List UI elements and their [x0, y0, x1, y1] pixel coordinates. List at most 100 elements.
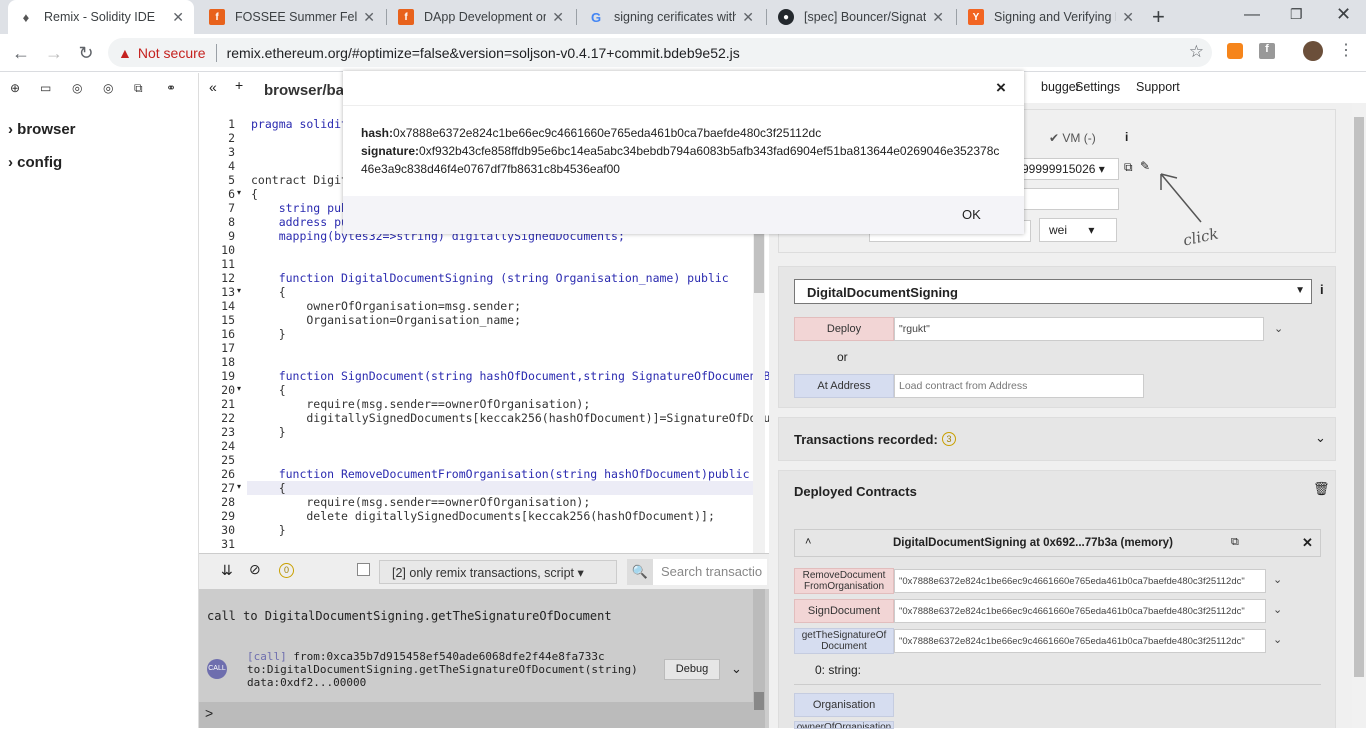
browser-tab-google[interactable]: G signing cerificates with ✕ [578, 0, 764, 34]
metamask-icon[interactable] [1227, 43, 1243, 59]
add-file-icon[interactable]: ⊕ [10, 81, 20, 95]
close-tab-icon[interactable]: ✕ [1122, 9, 1134, 26]
code-line[interactable]: Organisation=Organisation_name; [251, 313, 521, 327]
account-select[interactable]: 99999915026 ▾ [1019, 158, 1119, 180]
transactions-filter-select[interactable]: [2] only remix transactions, script ▾ [379, 560, 617, 584]
forward-icon[interactable]: → [41, 40, 67, 66]
code-line[interactable]: function SignDocument(string hashOfDocum… [251, 369, 778, 383]
tree-item-config[interactable]: › config [8, 154, 62, 171]
get-signature-input[interactable]: "0x7888e6372e824c1be66ec9c4661660e765eda… [894, 629, 1266, 653]
contract-instance-header[interactable]: ˄ DigitalDocumentSigning at 0x692...77b3… [794, 529, 1321, 557]
fold-toggle-icon[interactable]: ▾ [237, 286, 241, 295]
code-line[interactable]: function RemoveDocumentFromOrganisation(… [251, 467, 750, 481]
code-line[interactable]: string pub [251, 201, 348, 215]
at-address-input[interactable]: Load contract from Address [894, 374, 1144, 398]
code-line[interactable]: pragma solidit [251, 117, 348, 131]
at-address-button[interactable]: At Address [794, 374, 894, 398]
facebook-icon[interactable]: f [1259, 43, 1275, 59]
minimize-icon[interactable]: — [1244, 6, 1260, 24]
code-line[interactable]: { [251, 383, 286, 397]
browser-tab-ycombinator[interactable]: Y Signing and Verifying E ✕ [958, 0, 1144, 34]
info-icon[interactable]: i [1320, 282, 1324, 297]
collapse-icon[interactable]: ˄ [805, 536, 811, 548]
browser-tab-remix[interactable]: ♦ Remix - Solidity IDE ✕ [8, 0, 194, 34]
close-tab-icon[interactable]: ✕ [172, 9, 184, 26]
code-line[interactable]: function DigitalDocumentSigning (string … [251, 271, 729, 285]
browser-tab-fossee-summer[interactable]: f FOSSEE Summer Fellow ✕ [199, 0, 385, 34]
close-tab-icon[interactable]: ✕ [932, 9, 944, 26]
code-line[interactable]: digitallySignedDocuments[keccak256(hashO… [251, 411, 777, 425]
fold-toggle-icon[interactable]: ▾ [237, 482, 241, 491]
get-signature-button[interactable]: getTheSignatureOf Document [794, 628, 894, 654]
omnibox[interactable]: ▲ Not secure remix.ethereum.org/#optimiz… [108, 38, 1212, 67]
restore-icon[interactable]: ❐ [1290, 6, 1303, 23]
fold-toggle-icon[interactable]: ▾ [237, 384, 241, 393]
code-line[interactable]: { [251, 187, 258, 201]
fold-toggle-icon[interactable]: ▾ [237, 188, 241, 197]
github-icon[interactable]: ◎ [72, 81, 82, 95]
code-line[interactable]: } [251, 425, 286, 439]
bookmark-star-icon[interactable]: ☆ [1189, 42, 1204, 62]
ok-button[interactable]: OK [962, 207, 981, 222]
expand-log-icon[interactable]: ⌄ [731, 661, 742, 677]
code-line[interactable]: { [251, 481, 286, 495]
terminal-output[interactable]: call to DigitalDocumentSigning.getTheSig… [199, 589, 769, 728]
sign-document-input[interactable]: "0x7888e6372e824c1be66ec9c4661660e765eda… [894, 599, 1266, 623]
debug-button[interactable]: Debug [664, 659, 720, 680]
avatar[interactable] [1303, 41, 1323, 61]
clear-console-icon[interactable]: ⊘ [249, 561, 261, 578]
chevron-down-icon[interactable]: ⌄ [1315, 430, 1326, 446]
remove-document-button[interactable]: RemoveDocument FromOrganisation [794, 568, 894, 594]
terminal-scrollbar[interactable] [753, 589, 765, 728]
close-icon[interactable]: ✕ [1302, 535, 1313, 551]
not-secure-label[interactable]: Not secure [138, 45, 206, 61]
close-tab-icon[interactable]: ✕ [363, 9, 375, 26]
code-line[interactable]: address pu [251, 215, 348, 229]
link-icon[interactable]: ⚭ [166, 81, 176, 95]
remove-document-input[interactable]: "0x7888e6372e824c1be66ec9c4661660e765eda… [894, 569, 1266, 593]
deploy-button[interactable]: Deploy [794, 317, 894, 341]
collapse-left-icon[interactable]: « [209, 79, 217, 95]
browser-tab-github[interactable]: ● [spec] Bouncer/Signatu ✕ [768, 0, 954, 34]
terminal-input-row[interactable] [199, 702, 753, 728]
code-line[interactable]: { [251, 285, 286, 299]
code-line[interactable]: require(msg.sender==ownerOfOrganisation)… [251, 495, 590, 509]
contract-select[interactable]: DigitalDocumentSigning ▼ [794, 279, 1312, 304]
kebab-menu-icon[interactable]: ⋮ [1338, 40, 1354, 60]
deploy-args-input[interactable]: "rgukt" [894, 317, 1264, 341]
transactions-recorded-card[interactable]: Transactions recorded: 3 ⌄ [778, 417, 1336, 461]
url-text[interactable]: remix.ethereum.org/#optimize=false&versi… [227, 45, 740, 61]
organisation-button[interactable]: Organisation [794, 693, 894, 717]
gas-limit-input[interactable] [1019, 188, 1119, 210]
copy-icon[interactable]: ⧉ [1231, 536, 1239, 549]
back-icon[interactable]: ← [8, 40, 34, 66]
reload-icon[interactable]: ↻ [73, 40, 99, 66]
search-transactions-input[interactable]: Search transactio [653, 559, 767, 585]
chevron-down-icon[interactable]: ⌄ [1273, 603, 1282, 616]
copy-icon[interactable]: ⧉ [134, 81, 143, 96]
run-panel-scrollbar[interactable] [1352, 103, 1366, 728]
code-line[interactable]: require(msg.sender==ownerOfOrganisation)… [251, 397, 590, 411]
add-tab-icon[interactable]: + [235, 77, 243, 93]
code-line[interactable]: ownerOfOrganisation=msg.sender; [251, 299, 521, 313]
new-tab-button[interactable]: + [1152, 4, 1165, 30]
info-icon[interactable]: i [1125, 130, 1128, 144]
modal-close-button[interactable]: × [996, 78, 1006, 98]
close-tab-icon[interactable]: ✕ [742, 9, 754, 26]
close-window-icon[interactable]: ✕ [1336, 4, 1351, 25]
code-line[interactable]: delete digitallySignedDocuments[keccak25… [251, 509, 715, 523]
tab-settings[interactable]: Settings [1075, 80, 1120, 94]
tree-item-browser[interactable]: › browser [8, 121, 76, 138]
chevron-down-icon[interactable]: ⌄ [1273, 633, 1282, 646]
environment-select[interactable]: ✔ VM (-) [1049, 131, 1096, 145]
trash-icon[interactable]: 🗑 [1313, 481, 1330, 497]
tab-support[interactable]: Support [1136, 80, 1180, 94]
chevron-down-icon[interactable]: ⌄ [1274, 322, 1283, 335]
code-line[interactable]: } [251, 523, 286, 537]
browser-tab-dapp[interactable]: f DApp Development on ✕ [388, 0, 574, 34]
code-line[interactable]: } [251, 327, 286, 341]
collapse-terminal-icon[interactable]: ⇊ [221, 562, 233, 579]
code-line[interactable]: contract Digit [251, 173, 348, 187]
unit-select[interactable]: wei ▾ [1039, 218, 1117, 242]
editor-tab-title[interactable]: browser/ba [264, 82, 344, 99]
